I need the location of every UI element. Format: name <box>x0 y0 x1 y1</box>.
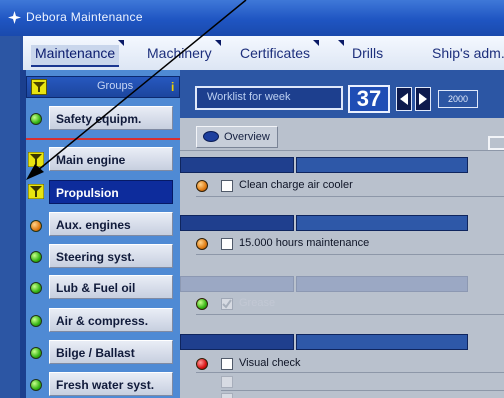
section-header-cell <box>296 334 468 350</box>
section-header-cell <box>180 215 294 231</box>
group-main-engine[interactable]: Main engine <box>49 147 173 171</box>
task-label: Visual check <box>239 357 301 369</box>
tab-label: Drills <box>352 45 384 61</box>
app-icon <box>8 11 21 24</box>
green-status-dot <box>30 113 42 125</box>
tab-machinery[interactable]: Machinery <box>143 40 221 67</box>
task-section-header <box>180 215 468 231</box>
task-section-header <box>180 157 468 173</box>
week-number-field[interactable]: 37 <box>348 85 390 113</box>
group-lub-fuel-oil[interactable]: Lub & Fuel oil <box>49 275 173 299</box>
groups-header-label: Groups <box>97 80 134 92</box>
tab-label: Machinery <box>147 45 212 61</box>
panel-edge <box>488 136 504 150</box>
arrow-right-icon <box>419 93 427 105</box>
section-header-cell <box>296 157 468 173</box>
red-status-dot <box>196 358 208 370</box>
tab-corner-marker <box>313 40 320 46</box>
divider <box>196 196 504 197</box>
eye-icon <box>203 131 219 142</box>
check-icon <box>222 299 232 309</box>
orange-status-dot <box>30 220 42 232</box>
task-checkbox[interactable] <box>221 393 233 398</box>
overview-label: Overview <box>224 131 270 143</box>
divider <box>196 254 504 255</box>
app-window: Debora Maintenance Maintenance Machinery… <box>0 0 504 398</box>
section-header-cell <box>180 157 294 173</box>
tab-corner-marker <box>338 40 344 46</box>
task-label: Clean charge air cooler <box>239 179 353 191</box>
group-steering-syst[interactable]: Steering syst. <box>49 244 173 268</box>
task-label: Grease <box>239 297 276 309</box>
tab-drills[interactable]: Drills <box>338 40 387 67</box>
window-title: Debora Maintenance <box>26 10 143 24</box>
tab-corner-marker <box>214 40 221 46</box>
task-checkbox[interactable] <box>221 180 233 192</box>
green-status-dot <box>30 379 42 391</box>
group-aux-engines[interactable]: Aux. engines <box>49 212 173 236</box>
green-status-dot <box>30 282 42 294</box>
groups-header: Groups i <box>26 76 180 98</box>
task-row: Visual check <box>196 356 504 372</box>
group-air-compress[interactable]: Air & compress. <box>49 308 173 332</box>
section-header-cell <box>180 334 294 350</box>
filter-funnel-icon[interactable] <box>31 79 47 95</box>
tab-maintenance[interactable]: Maintenance <box>31 40 125 67</box>
task-row: 15.000 hours maintenance <box>196 236 504 252</box>
task-checkbox[interactable] <box>221 358 233 370</box>
title-bar: Debora Maintenance <box>0 0 504 36</box>
orange-status-dot <box>196 180 208 192</box>
divider <box>196 372 504 373</box>
green-status-dot <box>30 251 42 263</box>
group-bilge-ballast[interactable]: Bilge / Ballast <box>49 340 173 364</box>
worklist-label-box: Worklist for week <box>195 86 343 110</box>
tab-bar: Maintenance Machinery Certificates Drill… <box>20 36 504 70</box>
divider <box>221 390 504 391</box>
separator <box>26 138 180 140</box>
task-checkbox[interactable] <box>221 238 233 250</box>
tab-ships-adm[interactable]: Ship's adm. <box>428 45 504 67</box>
divider <box>196 314 504 315</box>
section-header-cell <box>296 215 468 231</box>
section-header-cell <box>180 276 294 292</box>
filter-funnel-icon <box>28 152 44 167</box>
tab-corner-marker <box>118 40 125 46</box>
task-row: Grease <box>196 296 504 312</box>
task-checkbox[interactable] <box>221 298 233 310</box>
year-field[interactable]: 2000 <box>438 90 478 108</box>
section-header-cell <box>296 276 468 292</box>
previous-week-button[interactable] <box>396 87 412 111</box>
task-checkbox[interactable] <box>221 376 233 388</box>
worklist-label: Worklist for week <box>207 91 291 103</box>
tab-label: Maintenance <box>35 45 116 61</box>
info-icon[interactable]: i <box>171 80 174 94</box>
group-fresh-water-syst[interactable]: Fresh water syst. <box>49 372 173 396</box>
green-status-dot <box>30 315 42 327</box>
tab-label: Ship's adm. <box>432 45 504 61</box>
task-row: Clean charge air cooler <box>196 178 504 194</box>
task-label: 15.000 hours maintenance <box>239 237 370 249</box>
tab-certificates[interactable]: Certificates <box>236 40 320 67</box>
task-section-header <box>180 334 468 350</box>
divider <box>180 150 504 151</box>
overview-button[interactable]: Overview <box>196 126 278 148</box>
green-status-dot <box>30 347 42 359</box>
arrow-left-icon <box>400 93 408 105</box>
filter-funnel-icon <box>28 184 44 199</box>
orange-status-dot <box>196 238 208 250</box>
green-status-dot <box>196 298 208 310</box>
group-safety-equipm[interactable]: Safety equipm. <box>49 106 173 130</box>
tab-label: Certificates <box>240 45 311 61</box>
group-propulsion[interactable]: Propulsion <box>49 180 173 204</box>
task-section-header <box>180 276 468 292</box>
next-week-button[interactable] <box>415 87 431 111</box>
